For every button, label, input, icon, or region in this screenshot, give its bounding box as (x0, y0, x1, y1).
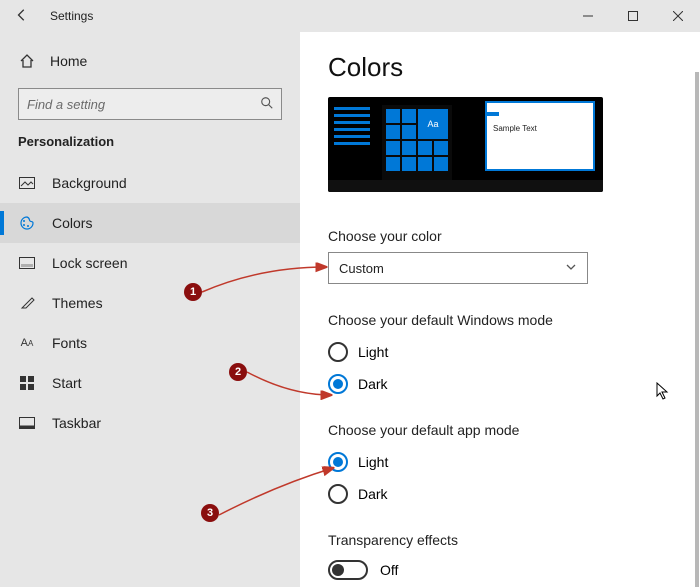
picture-icon (18, 174, 36, 192)
transparency-label: Transparency effects (328, 532, 672, 548)
app-mode-dark[interactable]: Dark (328, 478, 672, 510)
fonts-icon: AA (18, 334, 36, 352)
transparency-value: Off (380, 562, 398, 578)
cursor-icon (656, 382, 670, 405)
preview-sample-text: Sample Text (487, 121, 593, 136)
annotation-2: 2 (229, 363, 247, 381)
main-content: Colors Aa Sample Text (300, 32, 700, 587)
sidebar-item-label: Fonts (52, 335, 87, 351)
sidebar-item-taskbar[interactable]: Taskbar (0, 403, 300, 443)
sidebar-item-label: Themes (52, 295, 103, 311)
close-button[interactable] (655, 0, 700, 32)
lock-screen-icon (18, 254, 36, 272)
app-mode-group: Choose your default app mode Light Dark (328, 422, 672, 510)
sidebar-item-label: Background (52, 175, 127, 191)
sidebar-item-label: Start (52, 375, 82, 391)
windows-mode-light[interactable]: Light (328, 336, 672, 368)
sidebar-item-colors[interactable]: Colors (0, 203, 300, 243)
choose-color-select[interactable]: Custom (328, 252, 588, 284)
chevron-down-icon (565, 261, 577, 276)
sidebar-nav: Background Colors Lock screen Themes AA … (0, 163, 300, 443)
sidebar-category: Personalization (0, 134, 300, 163)
app-mode-label: Choose your default app mode (328, 422, 672, 438)
radio-label: Light (358, 344, 388, 360)
palette-icon (18, 214, 36, 232)
search-icon (260, 96, 274, 115)
scrollbar[interactable] (695, 72, 699, 587)
start-icon (18, 374, 36, 392)
radio-icon (328, 342, 348, 362)
windows-mode-group: Choose your default Windows mode Light D… (328, 312, 672, 400)
sidebar-home[interactable]: Home (0, 44, 300, 78)
windows-mode-dark[interactable]: Dark (328, 368, 672, 400)
sidebar-home-label: Home (50, 53, 87, 69)
search-input[interactable] (18, 88, 282, 120)
sidebar-item-fonts[interactable]: AA Fonts (0, 323, 300, 363)
transparency-group: Transparency effects Off (328, 532, 672, 580)
windows-mode-label: Choose your default Windows mode (328, 312, 672, 328)
titlebar: Settings (0, 0, 700, 32)
annotation-3: 3 (201, 504, 219, 522)
preview-tile-text: Aa (418, 109, 448, 139)
home-icon (18, 52, 36, 70)
choose-color-label: Choose your color (328, 228, 672, 244)
window-title: Settings (50, 9, 93, 23)
sidebar-item-label: Colors (52, 215, 92, 231)
back-button[interactable] (0, 8, 44, 25)
search-box[interactable] (18, 88, 282, 120)
radio-label: Light (358, 454, 388, 470)
choose-color-value: Custom (339, 261, 384, 276)
taskbar-icon (18, 414, 36, 432)
sidebar-item-label: Lock screen (52, 255, 127, 271)
maximize-button[interactable] (610, 0, 655, 32)
radio-label: Dark (358, 376, 388, 392)
color-preview: Aa Sample Text (328, 97, 603, 192)
radio-label: Dark (358, 486, 388, 502)
page-heading: Colors (328, 52, 672, 83)
preview-app-window: Sample Text (485, 101, 595, 171)
annotation-1: 1 (184, 283, 202, 301)
minimize-button[interactable] (565, 0, 610, 32)
transparency-toggle[interactable] (328, 560, 368, 580)
app-mode-light[interactable]: Light (328, 446, 672, 478)
brush-icon (18, 294, 36, 312)
sidebar-item-background[interactable]: Background (0, 163, 300, 203)
sidebar-item-label: Taskbar (52, 415, 101, 431)
